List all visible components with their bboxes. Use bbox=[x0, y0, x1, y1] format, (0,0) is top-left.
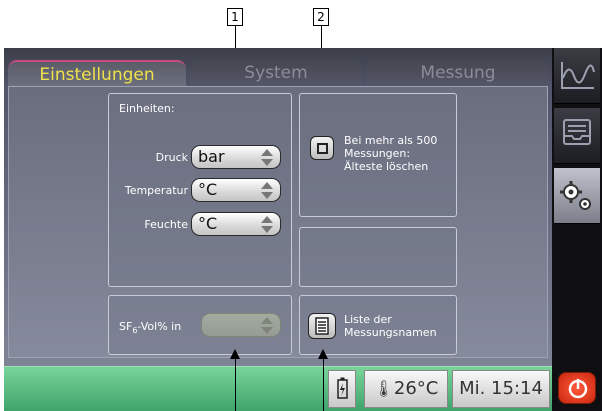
sf6-label-suffix: -Vol% in bbox=[137, 320, 182, 333]
delete-oldest-line2: Messungen: bbox=[344, 147, 411, 160]
delete-oldest-group: Bei mehr als 500 Messungen: Älteste lösc… bbox=[299, 93, 457, 217]
battery-indicator bbox=[328, 370, 356, 408]
temperature-readout: 26°C bbox=[393, 378, 439, 399]
settings-panel: Einheiten: Druck bar Temperatur °C Feuch… bbox=[8, 86, 548, 358]
sidebar-settings-button[interactable] bbox=[554, 168, 600, 224]
tray-icon bbox=[563, 119, 591, 145]
tab-einstellungen[interactable]: Einstellungen bbox=[8, 60, 186, 86]
units-heading: Einheiten: bbox=[119, 102, 175, 115]
temperature-select[interactable]: °C bbox=[191, 178, 281, 202]
power-icon bbox=[568, 379, 588, 399]
measurement-names-label: Liste der Messungsnamen bbox=[344, 313, 437, 339]
pressure-select[interactable]: bar bbox=[191, 145, 281, 169]
temperature-value: °C bbox=[198, 180, 218, 199]
sf6-label: SF6-Vol% in bbox=[119, 320, 181, 335]
delete-oldest-line1: Bei mehr als 500 bbox=[344, 134, 438, 147]
updown-arrows-icon bbox=[260, 216, 274, 233]
measurement-graph-icon bbox=[561, 62, 595, 89]
sf6-label-prefix: SF bbox=[119, 320, 133, 333]
device-screen: Einstellungen System Messung Einheiten: … bbox=[4, 48, 602, 411]
measurement-names-group: Liste der Messungsnamen bbox=[299, 295, 457, 355]
thermometer-icon: 🌡 bbox=[373, 379, 394, 398]
battery-icon bbox=[337, 377, 348, 399]
callout-1: 1 bbox=[227, 8, 243, 26]
humidity-value: °C bbox=[198, 214, 218, 233]
power-area bbox=[552, 366, 602, 411]
tab-messung[interactable]: Messung bbox=[366, 60, 550, 86]
humidity-label: Feuchte bbox=[144, 218, 188, 231]
sidebar-storage-button[interactable] bbox=[554, 108, 600, 164]
pressure-label: Druck bbox=[155, 151, 188, 164]
measurement-names-button[interactable] bbox=[308, 313, 336, 339]
humidity-select[interactable]: °C bbox=[191, 212, 281, 236]
empty-group bbox=[299, 227, 457, 287]
updown-arrows-icon bbox=[260, 317, 274, 334]
pressure-value: bar bbox=[198, 147, 225, 166]
settings-gears-icon bbox=[560, 181, 591, 210]
tab-system[interactable]: System bbox=[190, 60, 362, 86]
status-bar: 🌡26°C Mi. 15:14 bbox=[4, 366, 552, 411]
sidebar-measurement-button[interactable] bbox=[554, 48, 600, 104]
sf6-group: SF6-Vol% in bbox=[108, 295, 292, 355]
sf6-select[interactable] bbox=[201, 313, 281, 337]
measurement-names-line1: Liste der bbox=[344, 313, 392, 326]
temperature-display: 🌡26°C bbox=[364, 370, 448, 408]
main-area: Einstellungen System Messung Einheiten: … bbox=[4, 48, 552, 366]
list-icon bbox=[315, 317, 329, 335]
updown-arrows-icon bbox=[260, 182, 274, 199]
datetime-readout: Mi. 15:14 bbox=[459, 378, 543, 399]
callout-4-line bbox=[323, 358, 324, 411]
callout-2: 2 bbox=[313, 8, 329, 26]
delete-oldest-checkbox[interactable] bbox=[310, 136, 334, 160]
manual-figure: 1 2 Einstellungen System Messung Einheit… bbox=[0, 0, 602, 411]
temperature-label: Temperatur bbox=[124, 184, 188, 197]
updown-arrows-icon bbox=[260, 149, 274, 166]
power-button[interactable] bbox=[558, 372, 596, 404]
units-group: Einheiten: Druck bar Temperatur °C Feuch… bbox=[108, 93, 292, 287]
delete-oldest-label: Bei mehr als 500 Messungen: Älteste lösc… bbox=[344, 134, 437, 173]
measurement-names-line2: Messungsnamen bbox=[344, 326, 437, 339]
delete-oldest-line3: Älteste löschen bbox=[344, 160, 429, 173]
right-sidebar bbox=[552, 48, 602, 366]
clock-display: Mi. 15:14 bbox=[452, 370, 550, 408]
callout-3-line bbox=[235, 358, 236, 411]
